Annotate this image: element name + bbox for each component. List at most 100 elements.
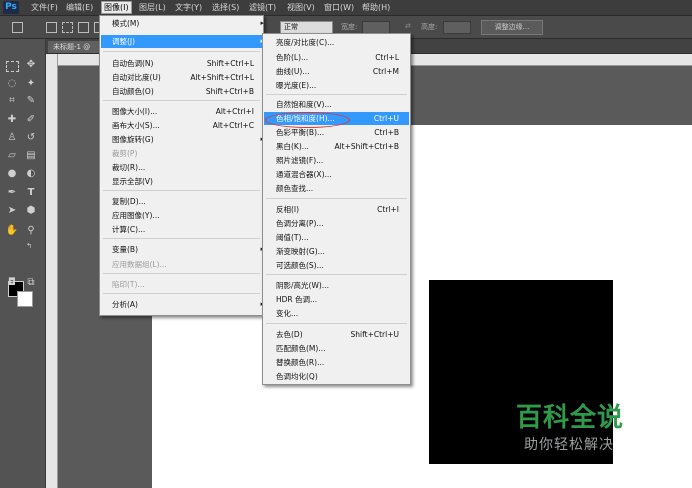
menu-item-shortcut: Ctrl+U	[373, 114, 399, 123]
screen-mode-icon[interactable]: ⧉	[24, 277, 38, 289]
eyedropper-icon[interactable]: ✎	[24, 95, 38, 107]
adjust-menu-item[interactable]: 色调分离(P)...	[276, 217, 399, 230]
image-menu-item[interactable]: 自动色调(N) Shift+Ctrl+L	[112, 57, 254, 70]
height-field[interactable]	[443, 21, 471, 34]
marquee-tool-preset-icon[interactable]	[12, 22, 23, 33]
menu-window[interactable]: 窗口(W)	[322, 2, 356, 13]
adjust-menu-item[interactable]: 颜色查找...	[276, 182, 399, 195]
adjust-menu-item[interactable]: HDR 色调...	[276, 293, 399, 306]
image-menu-item[interactable]: 变量(B)▸	[112, 243, 264, 256]
shape-icon[interactable]: ⬢	[24, 205, 38, 217]
adjust-menu-item[interactable]: 阈值(T)...	[276, 231, 399, 244]
menu-type[interactable]: 文字(Y)	[173, 2, 204, 13]
adjust-menu-item[interactable]: 照片滤镜(F)...	[276, 154, 399, 167]
menu-separator	[266, 94, 407, 95]
image-menu-item[interactable]: 裁切(R)...	[112, 161, 254, 174]
adjust-menu-item[interactable]: 通道混合器(X)...	[276, 168, 399, 181]
image-menu-item[interactable]: 应用图像(Y)...	[112, 209, 254, 222]
crop-icon[interactable]: ⌗	[5, 95, 19, 107]
magic-wand-icon[interactable]: ✦	[24, 78, 38, 90]
menu-item-label: 自然饱和度(V)...	[276, 100, 332, 109]
healing-brush-icon[interactable]: ✚	[5, 114, 19, 126]
menu-bar: Ps 文件(F) 编辑(E) 图像(I) 图层(L) 文字(Y) 选择(S) 滤…	[0, 0, 692, 16]
menu-help[interactable]: 帮助(H)	[360, 2, 392, 13]
image-menu-item[interactable]: 画布大小(S)... Alt+Ctrl+C	[112, 119, 254, 132]
menu-separator	[103, 190, 260, 191]
height-label: 高度:	[421, 23, 438, 31]
menu-separator	[103, 273, 260, 274]
pen-icon[interactable]: ✒	[5, 187, 19, 199]
marquee-icon[interactable]	[6, 61, 19, 72]
menu-file[interactable]: 文件(F)	[29, 2, 60, 13]
history-brush-icon[interactable]: ↺	[24, 132, 38, 144]
adjust-menu-item[interactable]: 亮度/对比度(C)...	[276, 36, 399, 49]
image-menu-item[interactable]: 图像大小(I)... Alt+Ctrl+I	[112, 105, 254, 118]
adjust-menu-item[interactable]: 色彩平衡(B)... Ctrl+B	[276, 126, 399, 139]
photoshop-logo: Ps	[3, 1, 19, 14]
image-menu-item[interactable]: 自动颜色(O) Shift+Ctrl+B	[112, 85, 254, 98]
path-select-icon[interactable]: ➤	[5, 205, 19, 217]
image-menu-item[interactable]: 模式(M) ▸	[112, 17, 264, 30]
stamp-icon[interactable]: ♙	[5, 132, 19, 144]
adjust-menu-item[interactable]: 反相(I) Ctrl+I	[276, 203, 399, 216]
menu-image[interactable]: 图像(I)	[101, 1, 132, 14]
adjust-menu-item[interactable]: 自然饱和度(V)...	[276, 98, 399, 111]
menu-select[interactable]: 选择(S)	[210, 2, 241, 13]
brush-icon[interactable]: ✐	[24, 114, 38, 126]
adjust-menu-item[interactable]: 替换颜色(R)...	[276, 356, 399, 369]
menu-item-label: 通道混合器(X)...	[276, 170, 332, 179]
lasso-icon[interactable]: ◌	[5, 78, 19, 90]
new-selection-icon[interactable]	[46, 22, 57, 33]
adjust-menu-item[interactable]: 黑白(K)... Alt+Shift+Ctrl+B	[276, 140, 399, 153]
image-menu-item[interactable]: 调整(J)▸	[112, 35, 264, 48]
image-menu-item[interactable]: 复制(D)...	[112, 195, 254, 208]
adjust-menu-item[interactable]: 可选颜色(S)...	[276, 259, 399, 272]
image-menu-item[interactable]: 显示全部(V)	[112, 175, 254, 188]
image-menu-item[interactable]: 自动对比度(U) Alt+Shift+Ctrl+L	[112, 71, 254, 84]
eraser-icon[interactable]: ▱	[5, 150, 19, 162]
image-menu-item[interactable]: 分析(A)▸	[112, 298, 264, 311]
adjust-menu-item[interactable]: 去色(D) Shift+Ctrl+U	[276, 328, 399, 341]
menu-layer[interactable]: 图层(L)	[137, 2, 168, 13]
vertical-ruler	[46, 54, 58, 488]
add-selection-icon[interactable]	[62, 22, 73, 33]
zoom-icon[interactable]: ⚲	[24, 225, 38, 237]
menu-edit[interactable]: 编辑(E)	[64, 2, 95, 13]
adjust-menu-item[interactable]: 匹配颜色(M)...	[276, 342, 399, 355]
watermark-subtitle: 助你轻松解决	[524, 437, 614, 453]
image-menu-item: 陷印(T)...	[112, 278, 254, 291]
menu-item-shortcut: Alt+Ctrl+I	[215, 107, 254, 116]
menu-separator	[103, 51, 260, 52]
adjust-menu-item[interactable]: 曲线(U)... Ctrl+M	[276, 65, 399, 78]
adjust-menu-item[interactable]: 变化...	[276, 307, 399, 320]
menu-separator	[103, 293, 260, 294]
menu-separator	[103, 238, 260, 239]
highlight-oval-annotation	[265, 112, 350, 128]
blur-icon[interactable]: ●	[5, 168, 19, 180]
menu-filter[interactable]: 滤镜(T)	[247, 2, 278, 13]
swap-colors-icon[interactable]: ↰	[22, 240, 36, 252]
dodge-icon[interactable]: ◐	[24, 168, 38, 180]
image-menu-item[interactable]: 计算(C)...	[112, 223, 254, 236]
menu-item-label: 阈值(T)...	[276, 233, 309, 242]
menu-item-label: 曲线(U)...	[276, 67, 310, 76]
menu-item-label: 图像旋转(G)	[112, 135, 154, 144]
adjust-menu-item[interactable]: 色调均化(Q)	[276, 370, 399, 383]
adjust-menu-item[interactable]: 阴影/高光(W)...	[276, 279, 399, 292]
type-icon[interactable]: T	[24, 187, 38, 199]
image-menu-item[interactable]: 图像旋转(G)▸	[112, 133, 264, 146]
subtract-selection-icon[interactable]	[78, 22, 89, 33]
gradient-icon[interactable]: ▤	[24, 150, 38, 162]
quick-mask-icon[interactable]: ◘	[5, 277, 19, 289]
menu-item-label: 变量(B)	[112, 245, 138, 254]
adjust-menu-item[interactable]: 渐变映射(G)...	[276, 245, 399, 258]
menu-view[interactable]: 视图(V)	[285, 2, 317, 13]
adjust-edge-button[interactable]: 调整边缘...	[481, 20, 543, 35]
swap-icon[interactable]: ⇄	[405, 22, 411, 30]
hand-icon[interactable]: ✋	[5, 225, 19, 237]
menu-item-label: 模式(M)	[112, 19, 140, 28]
adjust-menu-item[interactable]: 色阶(L)... Ctrl+L	[276, 51, 399, 64]
background-color-swatch[interactable]	[17, 291, 33, 307]
move-icon[interactable]: ✥	[24, 59, 38, 71]
adjust-menu-item[interactable]: 曝光度(E)...	[276, 79, 399, 92]
